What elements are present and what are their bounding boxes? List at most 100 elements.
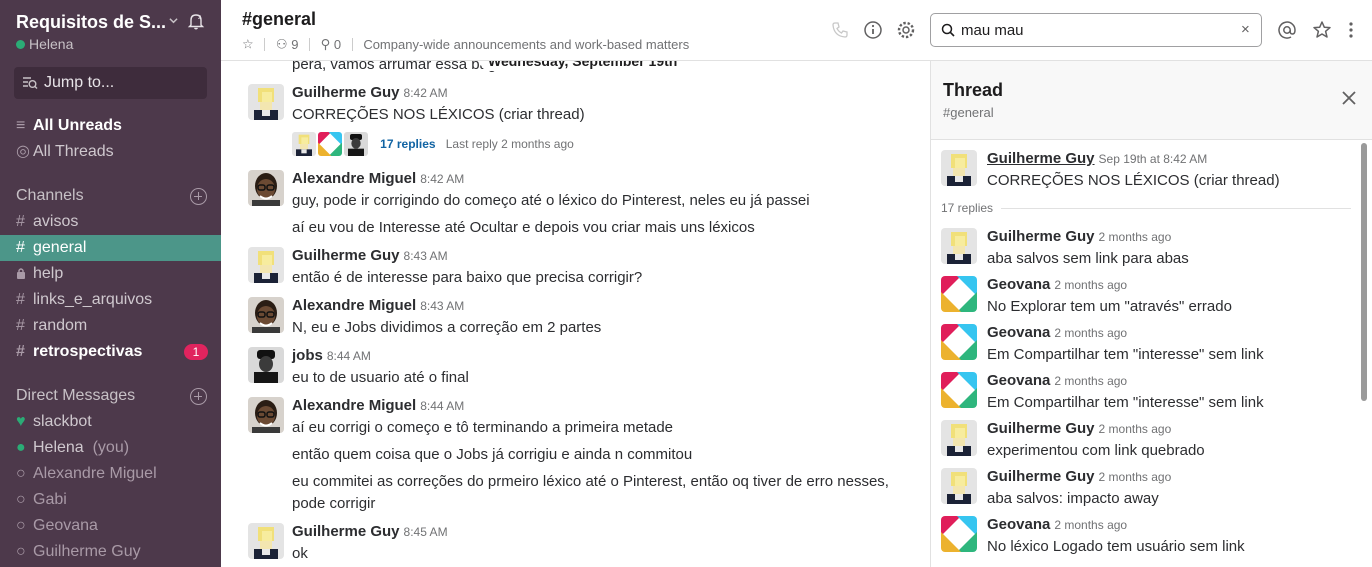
avatar[interactable] [941, 372, 977, 408]
sidebar-item-links-e-arquivos[interactable]: # links_e_arquivos [0, 287, 221, 313]
avatar[interactable] [248, 347, 284, 383]
avatar[interactable] [248, 84, 284, 120]
message-author[interactable]: jobs 8:44 AM [292, 347, 371, 364]
add-channel-icon[interactable] [190, 188, 207, 205]
sidebar-item-all-unreads[interactable]: ≡ All Unreads [0, 113, 221, 139]
avatar[interactable] [941, 324, 977, 360]
thread-parent-text: CORREÇÕES NOS LÉXICOS (criar thread) [987, 172, 1280, 189]
sidebar-item-general[interactable]: # general [0, 235, 221, 261]
reply-time[interactable]: 2 months ago [1054, 278, 1127, 292]
channel-meta: ☆ ⚇ 9 ⚲ 0 Company-wide announcements and… [242, 36, 689, 53]
message-author[interactable]: Alexandre Miguel 8:44 AM [292, 397, 464, 414]
clear-search-icon[interactable]: × [1241, 21, 1250, 38]
sidebar-item-random[interactable]: # random [0, 313, 221, 339]
message-time[interactable]: 8:44 AM [420, 399, 464, 413]
reply-time[interactable]: 2 months ago [1054, 326, 1127, 340]
avatar[interactable] [941, 228, 977, 264]
message-time[interactable]: 8:45 AM [404, 525, 448, 539]
search-box[interactable]: mau mau × [930, 13, 1262, 47]
reply-author[interactable]: Guilherme Guy 2 months ago [987, 420, 1171, 437]
message-time[interactable]: 8:42 AM [420, 172, 464, 186]
chevron-down-icon[interactable] [169, 16, 178, 25]
channel-header: #general ☆ ⚇ 9 ⚲ 0 Company-wide announce… [221, 0, 1372, 61]
thread-parent-author[interactable]: Guilherme Guy Sep 19th at 8:42 AM [987, 150, 1207, 167]
current-user[interactable]: Helena [16, 36, 73, 52]
message-author[interactable]: Guilherme Guy 8:42 AM [292, 84, 448, 101]
jump-to-button[interactable]: Jump to... [14, 67, 207, 99]
message-author[interactable]: Alexandre Miguel 8:42 AM [292, 170, 464, 187]
reply-count-link[interactable]: 17 replies [380, 137, 435, 151]
mentions-icon[interactable] [1277, 20, 1297, 40]
thread-channel[interactable]: #general [943, 105, 994, 120]
members-icon[interactable]: ⚇ [276, 37, 288, 52]
add-dm-icon[interactable] [190, 388, 207, 405]
reply-time[interactable]: 2 months ago [1099, 470, 1172, 484]
avatar[interactable] [248, 247, 284, 283]
avatar[interactable] [941, 150, 977, 186]
reply-author[interactable]: Guilherme Guy 2 months ago [987, 228, 1171, 245]
message-time[interactable]: 8:43 AM [404, 249, 448, 263]
message-time[interactable]: Sep 19th at 8:42 AM [1099, 152, 1208, 166]
sidebar-item-all-threads[interactable]: ◎ All Threads [0, 139, 221, 165]
svg-text:z: z [198, 14, 201, 21]
reply-author[interactable]: Guilherme Guy 2 months ago [987, 468, 1171, 485]
avatar[interactable] [248, 297, 284, 333]
reply-time[interactable]: 2 months ago [1054, 374, 1127, 388]
reply-author[interactable]: Geovana 2 months ago [987, 372, 1127, 389]
thread-replies-bar[interactable]: 17 replies Last reply 2 months ago [292, 132, 574, 156]
last-reply: Last reply 2 months ago [445, 137, 574, 151]
member-count[interactable]: 9 [291, 37, 298, 52]
bell-snooze-icon[interactable]: z [186, 11, 206, 31]
reply-author[interactable]: Geovana 2 months ago [987, 276, 1127, 293]
gear-icon[interactable] [896, 20, 916, 40]
message-author[interactable]: Guilherme Guy 8:45 AM [292, 523, 448, 540]
workspace-name[interactable]: Requisitos de S... [16, 12, 166, 33]
message-time[interactable]: 8:44 AM [327, 349, 371, 363]
pin-count[interactable]: 0 [334, 37, 341, 52]
direct-messages-header[interactable]: Direct Messages [16, 387, 135, 405]
avatar [344, 132, 368, 156]
reply-time[interactable]: 2 months ago [1099, 422, 1172, 436]
message-text: eu to de usuario até o final [292, 369, 469, 386]
message-time[interactable]: 8:42 AM [404, 86, 448, 100]
avatar[interactable] [248, 170, 284, 206]
avatar[interactable] [248, 523, 284, 559]
message-time[interactable]: 8:43 AM [420, 299, 464, 313]
message-list[interactable]: pera, vamos arrumar essa bag Wednesday, … [221, 61, 930, 567]
workspace-header[interactable]: Requisitos de S... z Helena [16, 10, 211, 56]
reply-author[interactable]: Geovana 2 months ago [987, 516, 1127, 533]
hash-icon: # [16, 343, 25, 360]
channels-header[interactable]: Channels [16, 187, 84, 205]
more-icon[interactable] [1341, 20, 1361, 40]
channel-topic[interactable]: Company-wide announcements and work-base… [363, 37, 689, 52]
reply-time[interactable]: 2 months ago [1099, 230, 1172, 244]
star-icon[interactable]: ☆ [242, 37, 254, 52]
avatar[interactable] [941, 276, 977, 312]
dm-guilherme-guy[interactable]: ○ Guilherme Guy [0, 539, 221, 565]
dm-helena[interactable]: ● Helena (you) [0, 435, 221, 461]
avatar[interactable] [941, 516, 977, 552]
thread-scrollbar[interactable] [1361, 143, 1367, 401]
dm-geovana[interactable]: ○ Geovana [0, 513, 221, 539]
info-icon[interactable] [863, 20, 883, 40]
phone-icon[interactable] [830, 20, 850, 40]
avatar[interactable] [941, 468, 977, 504]
sidebar-item-avisos[interactable]: # avisos [0, 209, 221, 235]
channel-title[interactable]: #general [242, 9, 316, 30]
dm-slackbot[interactable]: ♥ slackbot [0, 409, 221, 435]
avatar[interactable] [941, 420, 977, 456]
pin-icon[interactable]: ⚲ [321, 37, 331, 52]
reply-author[interactable]: Geovana 2 months ago [987, 324, 1127, 341]
starred-icon[interactable] [1312, 20, 1332, 40]
close-icon[interactable] [1341, 90, 1357, 106]
dm-gabi[interactable]: ○ Gabi [0, 487, 221, 513]
reply-time[interactable]: 2 months ago [1054, 518, 1127, 532]
dm-alexandre-miguel[interactable]: ○ Alexandre Miguel [0, 461, 221, 487]
message-text: aí eu corrigi o começo e tô terminando a… [292, 419, 674, 436]
message-author[interactable]: Guilherme Guy 8:43 AM [292, 247, 448, 264]
message-author[interactable]: Alexandre Miguel 8:43 AM [292, 297, 464, 314]
sidebar-item-retrospectivas[interactable]: # retrospectivas 1 [0, 339, 221, 365]
search-input[interactable]: mau mau [961, 22, 1024, 39]
sidebar-item-help[interactable]: help [0, 261, 221, 287]
avatar[interactable] [248, 397, 284, 433]
